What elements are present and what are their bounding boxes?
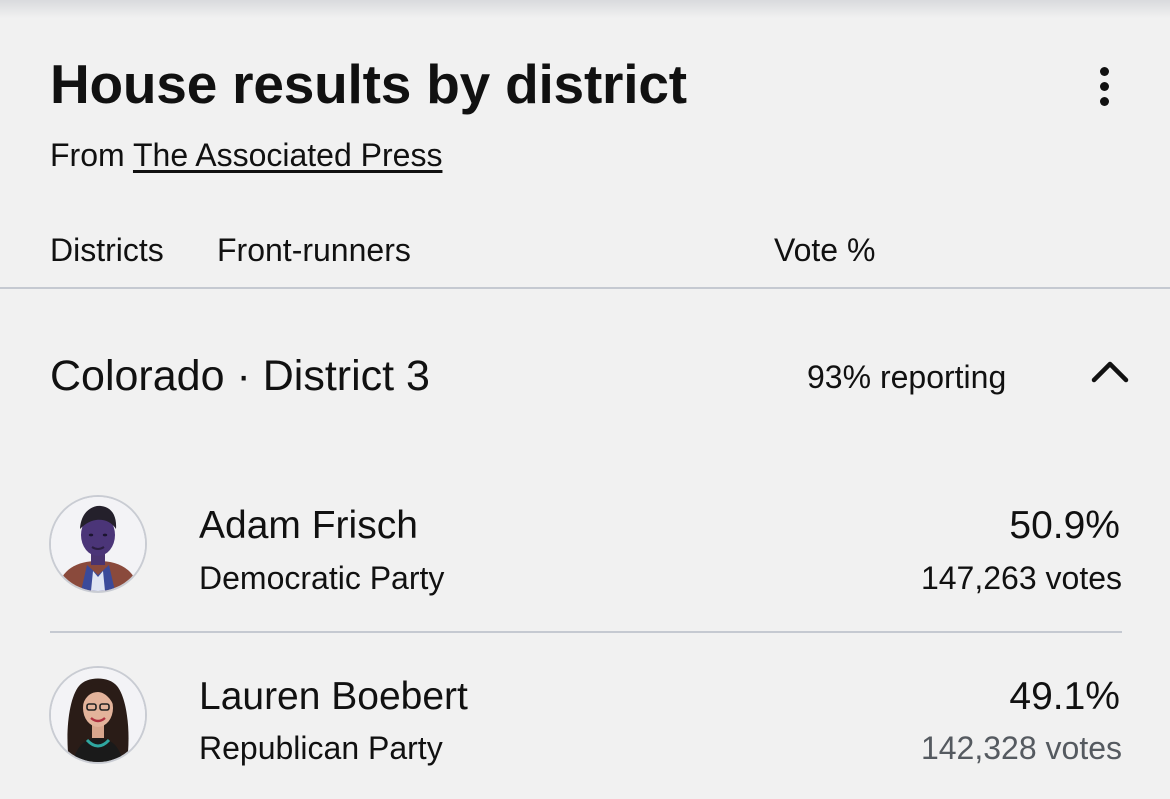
column-header-districts: Districts	[50, 232, 164, 268]
more-vert-icon	[1099, 66, 1109, 76]
candidate-votes: 147,263 votes	[920, 560, 1122, 596]
column-header-vote-pct: Vote %	[774, 232, 876, 268]
candidate-votes: 142,328 votes	[920, 730, 1122, 766]
reporting-status: 93% reporting	[807, 359, 1007, 395]
card-title: House results by district	[50, 53, 687, 115]
source-link[interactable]: The Associated Press	[133, 137, 442, 173]
more-vert-icon-dot	[1099, 81, 1109, 91]
candidate-photo-icon	[51, 668, 145, 762]
candidate-avatar	[49, 495, 147, 593]
candidate-photo-icon	[51, 497, 145, 591]
row-divider	[50, 631, 1122, 633]
collapse-button[interactable]	[1088, 352, 1132, 392]
more-options-button[interactable]	[1084, 64, 1124, 108]
header-divider	[0, 287, 1170, 289]
chevron-up-icon	[1091, 361, 1129, 383]
candidate-vote-pct: 49.1%	[1009, 675, 1120, 718]
district-name[interactable]: Colorado · District 3	[50, 352, 430, 401]
candidate-party: Democratic Party	[199, 560, 445, 596]
candidate-vote-pct: 50.9%	[1009, 504, 1120, 547]
source-line: From The Associated Press	[50, 137, 442, 174]
column-header-front-runners: Front-runners	[217, 232, 411, 268]
candidate-party: Republican Party	[199, 730, 443, 766]
candidate-name: Lauren Boebert	[199, 675, 468, 718]
candidate-avatar	[49, 666, 147, 764]
source-prefix: From	[50, 137, 133, 173]
candidate-name: Adam Frisch	[199, 504, 418, 547]
more-vert-icon-dot	[1099, 96, 1109, 106]
top-shadow	[0, 0, 1170, 18]
